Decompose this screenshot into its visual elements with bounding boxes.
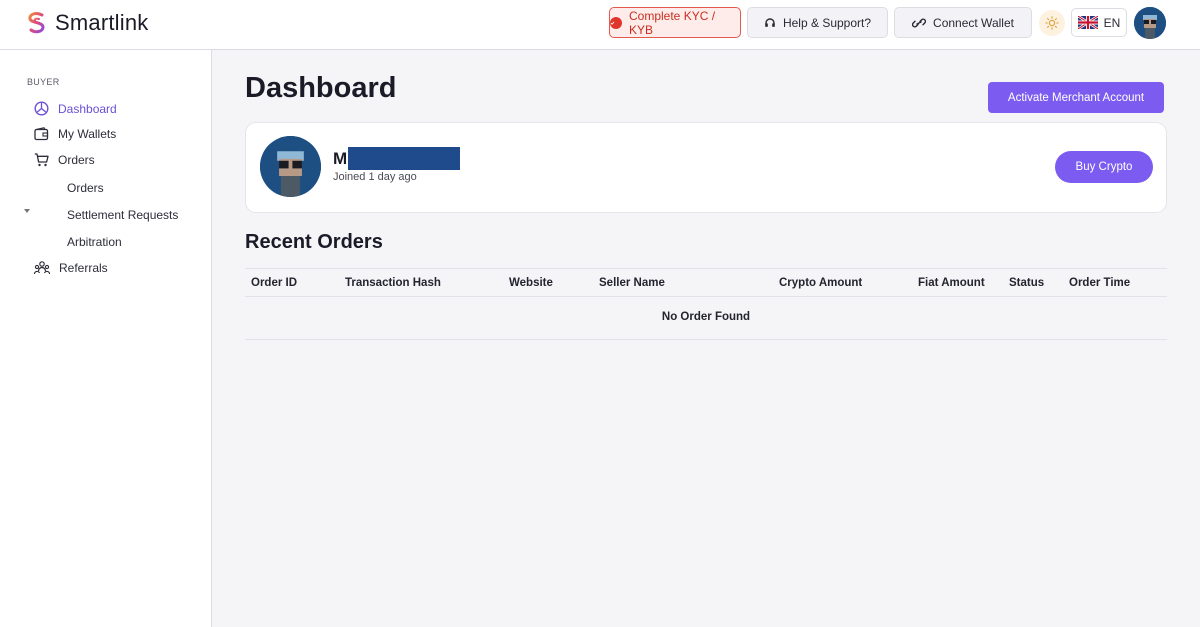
help-label: Help & Support? — [782, 15, 872, 30]
sidebar-subitem-settlement-requests[interactable]: Settlement Requests — [67, 208, 178, 222]
complete-kyc-button[interactable]: Complete KYC / KYB — [609, 7, 741, 38]
kyc-label: Complete KYC / KYB — [629, 8, 716, 37]
sidebar-section-label: BUYER — [27, 77, 60, 87]
sun-icon — [1045, 16, 1059, 30]
redacted-name — [348, 147, 461, 170]
uk-flag-icon — [1077, 16, 1098, 29]
sidebar-item-my-wallets[interactable]: My Wallets — [34, 127, 116, 141]
referrals-icon — [34, 261, 50, 275]
brand-name: Smartlink — [55, 10, 149, 35]
theme-toggle[interactable] — [1039, 10, 1065, 36]
brand[interactable]: Smartlink — [26, 10, 149, 36]
column-header[interactable]: Transaction Hash — [345, 277, 441, 289]
empty-state-text: No Order Found — [661, 311, 751, 323]
dashboard-icon — [34, 101, 49, 116]
sidebar-item-label: Referrals — [59, 261, 108, 275]
profile-card: M Joined 1 day ago Buy Crypto — [245, 122, 1167, 213]
smartlink-logo-icon — [28, 12, 45, 34]
language-selector[interactable]: EN — [1071, 8, 1127, 37]
avatar-icon — [260, 136, 321, 197]
connect-wallet-button[interactable]: Connect Wallet — [894, 7, 1032, 38]
column-header[interactable]: Seller Name — [599, 277, 665, 289]
table-row: No Order Found — [245, 297, 1167, 340]
sidebar-item-label: Dashboard — [58, 101, 117, 116]
headset-icon — [765, 17, 775, 27]
user-avatar[interactable] — [1134, 7, 1166, 39]
profile-name: M — [333, 147, 461, 170]
orders-table: Order ID Transaction Hash Website Seller… — [245, 268, 1167, 340]
wallet-icon — [34, 127, 49, 141]
link-icon — [912, 18, 927, 27]
column-header[interactable]: Website — [509, 277, 553, 289]
sidebar-item-label: Orders — [58, 153, 95, 167]
alert-icon — [610, 16, 622, 29]
sidebar-item-referrals[interactable]: Referrals — [34, 261, 108, 275]
activate-merchant-button[interactable]: Activate Merchant Account — [988, 82, 1164, 113]
avatar-icon — [1134, 7, 1166, 39]
sidebar: BUYER Dashboard My Wallets Orders Orders… — [0, 50, 212, 627]
avatar — [260, 136, 321, 197]
column-header[interactable]: Order ID — [251, 277, 297, 289]
help-support-button[interactable]: Help & Support? — [747, 7, 888, 38]
sidebar-subitem-arbitration[interactable]: Arbitration — [67, 235, 122, 249]
main-content: Dashboard Activate Merchant Account M Jo… — [212, 50, 1200, 627]
sidebar-item-orders[interactable]: Orders — [34, 153, 95, 167]
language-label: EN — [1103, 15, 1121, 30]
sidebar-item-dashboard[interactable]: Dashboard — [34, 101, 117, 116]
page-title: Dashboard — [245, 72, 397, 104]
top-bar: Smartlink Complete KYC / KYB Help & Supp… — [0, 0, 1200, 50]
column-header[interactable]: Status — [1009, 277, 1044, 289]
column-header[interactable]: Order Time — [1069, 277, 1130, 289]
cart-icon — [34, 153, 49, 167]
sidebar-item-label: My Wallets — [58, 127, 117, 141]
recent-orders-title: Recent Orders — [245, 231, 383, 253]
column-header[interactable]: Fiat Amount — [918, 277, 985, 289]
table-header: Order ID Transaction Hash Website Seller… — [245, 268, 1167, 297]
joined-text: Joined 1 day ago — [333, 171, 417, 183]
buy-crypto-button[interactable]: Buy Crypto — [1055, 151, 1153, 183]
profile-initial: M — [333, 148, 348, 168]
chevron-down-icon[interactable] — [24, 209, 30, 213]
connect-label: Connect Wallet — [933, 15, 1014, 30]
column-header[interactable]: Crypto Amount — [779, 277, 862, 289]
sidebar-subitem-orders[interactable]: Orders — [67, 181, 104, 195]
